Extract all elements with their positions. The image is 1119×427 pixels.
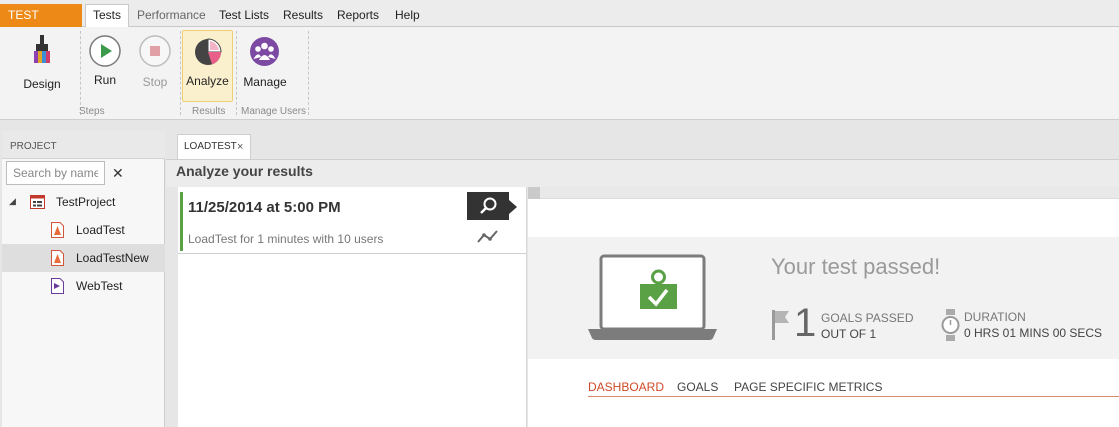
tab-goals[interactable]: GOALS (677, 380, 718, 394)
project-panel-header: PROJECT (2, 131, 165, 159)
clear-search-icon[interactable]: ✕ (112, 165, 124, 182)
tree-label-testproject: TestProject (56, 195, 116, 209)
design-button[interactable]: Design (18, 31, 66, 97)
manage-button[interactable]: Manage (241, 31, 289, 97)
tree-item-testproject[interactable]: ◢ TestProject (2, 188, 165, 216)
test-passed-headline: Your test passed! (771, 254, 941, 279)
document-tab-label: LOADTEST (184, 141, 237, 152)
collapse-triangle-icon[interactable]: ◢ (9, 196, 16, 207)
ribbon-separator (80, 31, 81, 115)
ribbon: Design Run Stop Steps Analyze Results Ma… (0, 27, 1119, 120)
horizontal-scrollbar[interactable] (528, 187, 1119, 199)
pie-chart-icon (195, 38, 222, 65)
duration-value: 0 HRS 01 MINS 00 SECS (964, 326, 1103, 340)
analyze-label: Analyze (186, 74, 229, 88)
stop-icon (139, 35, 171, 67)
menu-tab-help[interactable]: Help (395, 4, 420, 27)
load-test-icon (51, 250, 64, 266)
document-tab-loadtest[interactable]: LOADTEST × (177, 134, 251, 160)
manage-label: Manage (243, 75, 287, 89)
stopwatch-icon (941, 309, 960, 341)
project-search-input[interactable] (6, 161, 105, 185)
close-tab-icon[interactable]: × (237, 135, 243, 159)
app-brand[interactable]: TEST STUDIO (0, 4, 82, 45)
menu-tab-tests[interactable]: Tests (85, 4, 130, 28)
tree-label-webtest: WebTest (76, 279, 123, 293)
tree-label-loadtestnew: LoadTestNew (76, 251, 149, 265)
menu-bar: TEST STUDIO Tests Performance Test Lists… (0, 0, 1119, 45)
tree-label-loadtest: LoadTest (76, 223, 125, 237)
ribbon-separator (180, 31, 181, 115)
subtab-underline (588, 396, 1119, 397)
ribbon-group-manage-users: Manage Users (241, 106, 307, 117)
ribbon-group-results: Results (192, 106, 226, 117)
run-summary: LoadTest for 1 minutes with 10 users (188, 232, 384, 246)
project-icon (30, 195, 45, 209)
stop-label: Stop (142, 75, 168, 89)
menu-tab-results[interactable]: Results (283, 4, 323, 27)
paintbrush-icon (34, 35, 50, 63)
run-date: 11/25/2014 at 5:00 PM (188, 199, 341, 216)
load-test-icon (51, 222, 64, 238)
tree-item-loadtest[interactable]: LoadTest (2, 216, 165, 244)
goals-passed-label: GOALS PASSED (821, 311, 914, 325)
tree-item-loadtestnew[interactable]: LoadTestNew (2, 244, 165, 272)
run-status-indicator (180, 192, 183, 251)
run-label: Run (93, 73, 116, 87)
view-result-button[interactable] (467, 192, 509, 220)
goals-passed-count: 1 (794, 301, 817, 345)
laptop-pass-icon (588, 254, 717, 340)
ribbon-group-steps: Steps (79, 106, 105, 117)
users-icon (250, 37, 279, 66)
menu-tab-reports[interactable]: Reports (337, 4, 379, 27)
tab-dashboard[interactable]: DASHBOARD (588, 380, 664, 394)
ribbon-separator (308, 31, 309, 115)
run-button[interactable]: Run (86, 31, 124, 97)
web-test-icon (51, 278, 64, 294)
stop-button[interactable]: Stop (136, 31, 174, 97)
tree-item-webtest[interactable]: WebTest (2, 272, 165, 300)
design-label: Design (23, 77, 61, 91)
magnifier-icon (480, 197, 497, 214)
play-icon (89, 35, 121, 67)
flag-icon (772, 310, 789, 340)
tab-page-specific-metrics[interactable]: PAGE SPECIFIC METRICS (734, 380, 882, 394)
duration-label: DURATION (964, 310, 1026, 324)
ribbon-separator (236, 31, 237, 115)
goals-total: OUT OF 1 (821, 327, 877, 341)
view-result-arrow (509, 200, 517, 214)
scrollbar-thumb[interactable] (528, 187, 540, 199)
page-title: Analyze your results (176, 163, 313, 179)
menu-tab-test-lists[interactable]: Test Lists (219, 4, 269, 27)
trend-chart-icon[interactable] (477, 229, 499, 244)
analyze-button[interactable]: Analyze (182, 30, 233, 102)
menu-tab-performance[interactable]: Performance (137, 4, 206, 27)
